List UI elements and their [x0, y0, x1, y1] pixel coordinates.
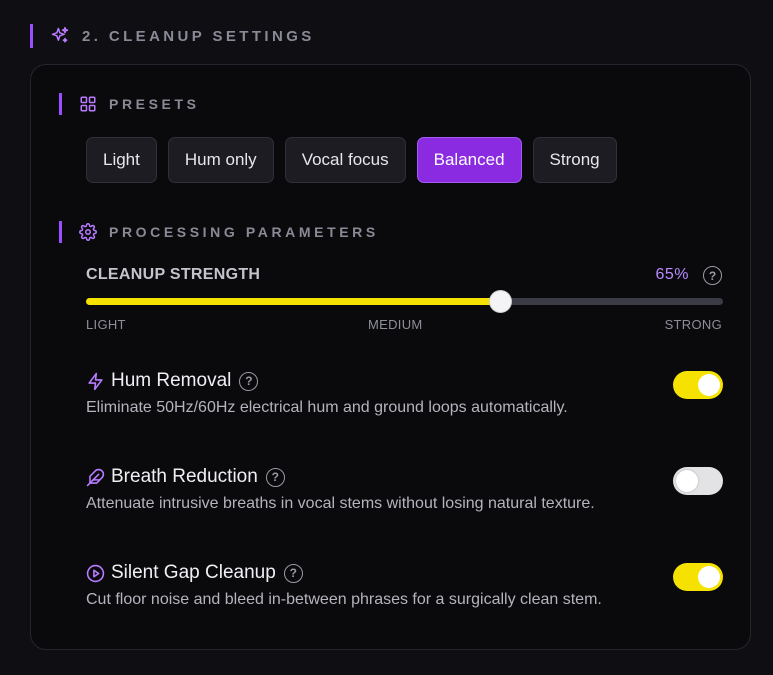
help-icon[interactable]: ?: [703, 266, 722, 285]
option-description: Cut floor noise and bleed in-between phr…: [86, 591, 602, 608]
option-name: Silent Gap Cleanup: [111, 562, 276, 583]
preset-light-button[interactable]: Light: [86, 137, 157, 183]
toggle-knob: [676, 470, 698, 492]
silent-gap-cleanup-toggle[interactable]: [673, 563, 723, 591]
cleanup-strength-label: CLEANUP STRENGTH: [86, 266, 261, 283]
option-description: Attenuate intrusive breaths in vocal ste…: [86, 495, 595, 512]
preset-strong-button[interactable]: Strong: [532, 137, 617, 183]
scale-label-medium: MEDIUM: [368, 317, 423, 332]
preset-balanced-button[interactable]: Balanced: [416, 137, 522, 183]
section-header: 2. CLEANUP SETTINGS: [30, 24, 315, 48]
preset-hum-only-button[interactable]: Hum only: [167, 137, 274, 183]
toggle-knob: [698, 566, 720, 588]
toggle-knob: [698, 374, 720, 396]
breath-reduction-toggle[interactable]: [673, 467, 723, 495]
preset-group: Light Hum only Vocal focus Balanced Stro…: [86, 137, 617, 183]
option-name: Hum Removal: [111, 370, 232, 391]
cleanup-strength-value: 65%: [655, 266, 689, 283]
presets-label: PRESETS: [109, 96, 200, 112]
option-silent-gap-cleanup: Silent Gap Cleanup ? Cut floor noise and…: [86, 560, 723, 620]
lightning-icon: [86, 372, 105, 391]
option-name: Breath Reduction: [111, 466, 258, 487]
slider-thumb[interactable]: [490, 291, 512, 312]
feather-icon: [86, 468, 105, 487]
scale-label-light: LIGHT: [86, 317, 126, 332]
preset-vocal-focus-button[interactable]: Vocal focus: [284, 137, 406, 183]
sparkles-icon: [50, 26, 70, 46]
gear-icon: [79, 223, 97, 241]
presets-header: PRESETS: [59, 93, 200, 115]
processing-label: PROCESSING PARAMETERS: [109, 224, 379, 240]
slider-fill: [86, 298, 501, 305]
grid-icon: [79, 95, 97, 113]
option-description: Eliminate 50Hz/60Hz electrical hum and g…: [86, 399, 568, 416]
cleanup-settings-panel: PRESETS Light Hum only Vocal focus Balan…: [30, 64, 751, 650]
play-circle-icon: [86, 564, 105, 583]
help-icon[interactable]: ?: [239, 371, 259, 391]
help-icon[interactable]: ?: [283, 563, 303, 583]
section-title: 2. CLEANUP SETTINGS: [82, 27, 315, 45]
option-hum-removal: Hum Removal ? Eliminate 50Hz/60Hz electr…: [86, 368, 723, 428]
help-icon[interactable]: ?: [265, 467, 285, 487]
hum-removal-toggle[interactable]: [673, 371, 723, 399]
scale-label-strong: STRONG: [664, 317, 722, 332]
processing-header: PROCESSING PARAMETERS: [59, 221, 379, 243]
cleanup-strength-slider[interactable]: [86, 291, 723, 312]
option-breath-reduction: Breath Reduction ? Attenuate intrusive b…: [86, 464, 723, 524]
